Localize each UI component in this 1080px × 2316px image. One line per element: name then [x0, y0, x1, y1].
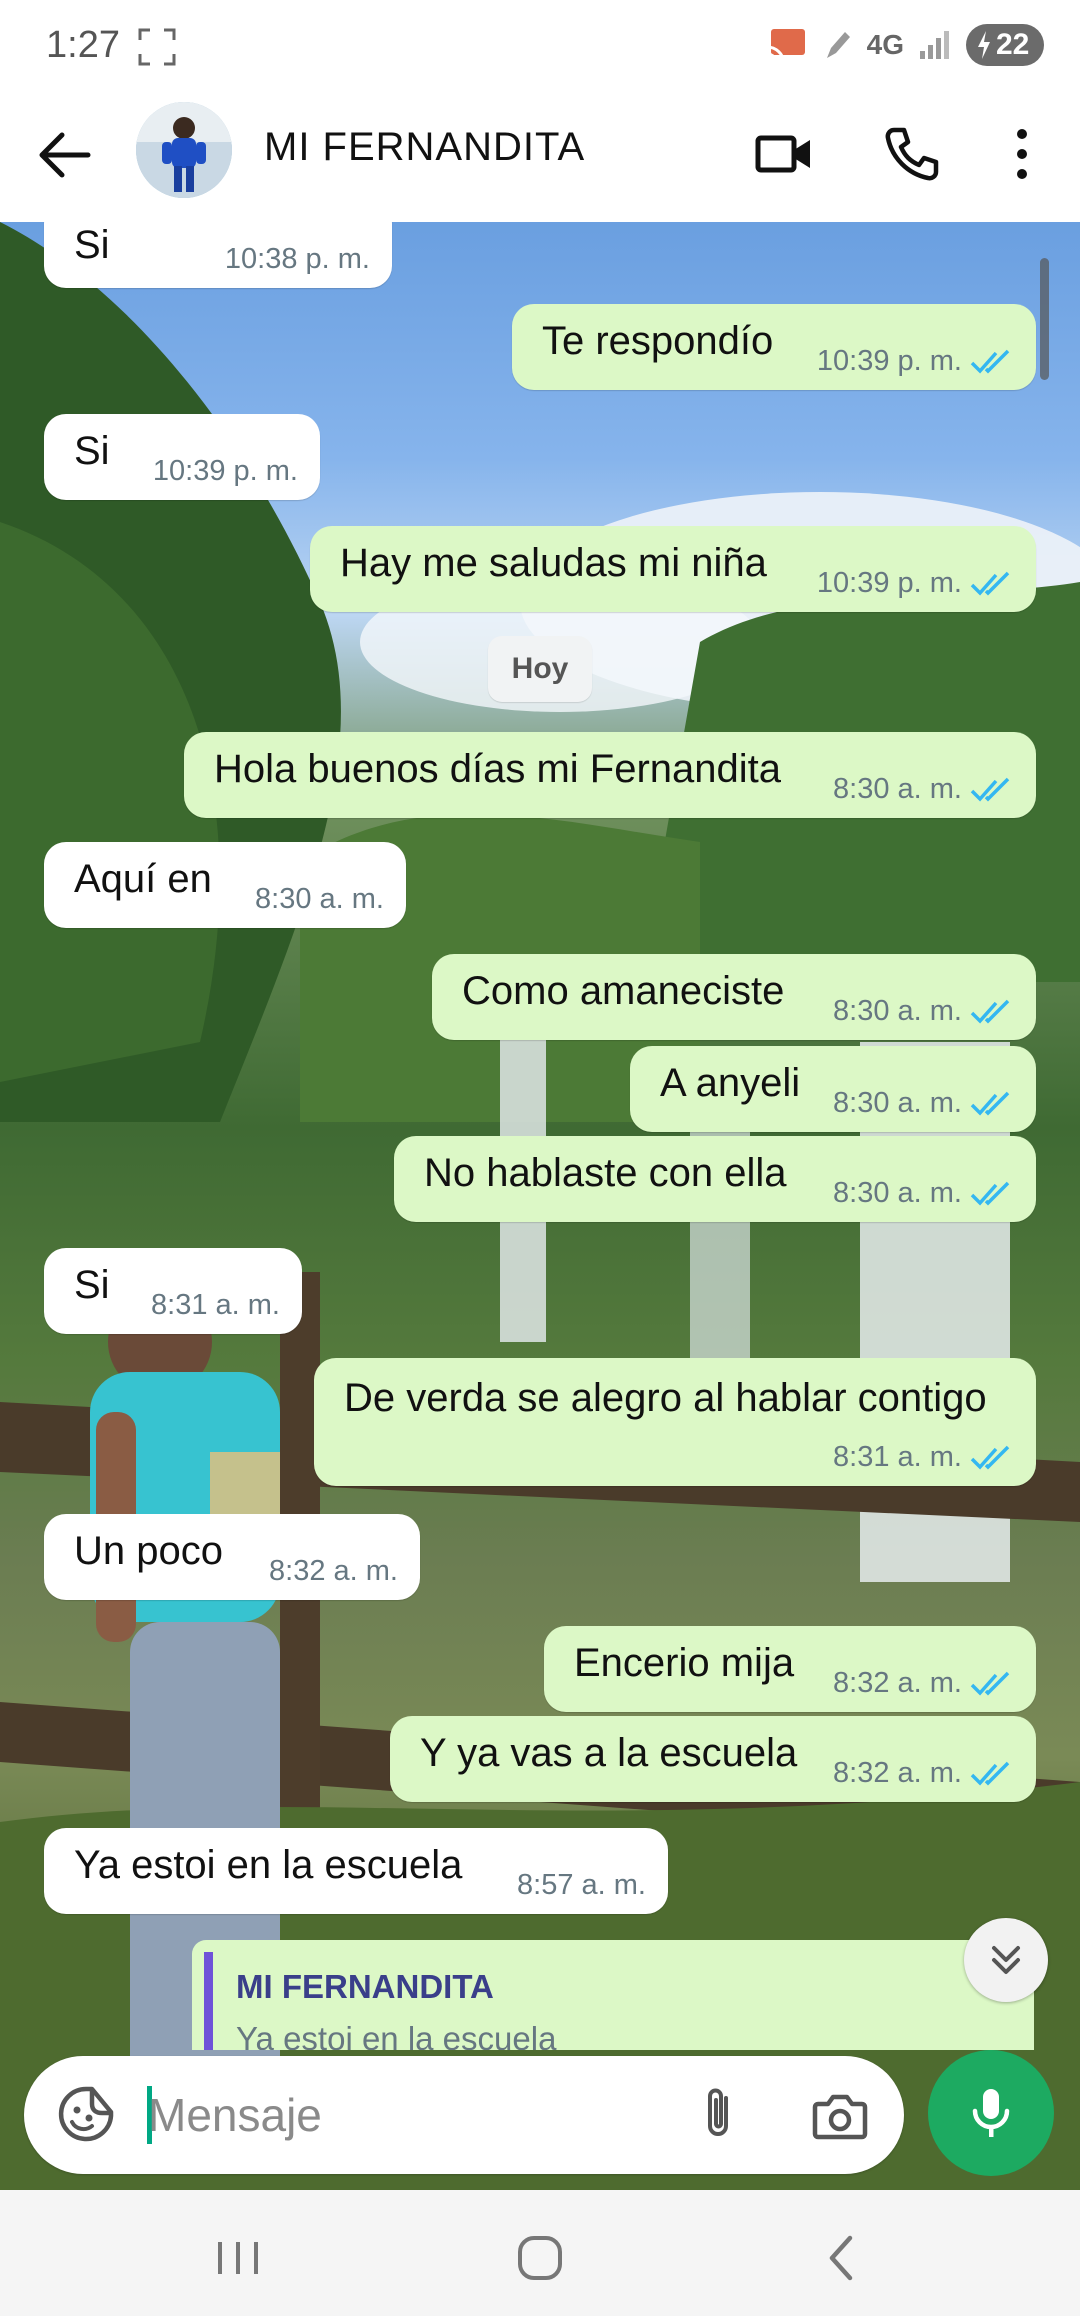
- read-ticks-icon: [970, 999, 1010, 1024]
- message-time: 8:30 a. m.: [833, 1087, 1014, 1120]
- scroll-down-button[interactable]: [964, 1918, 1048, 2002]
- message-time: 8:32 a. m.: [833, 1667, 1014, 1700]
- read-ticks-icon: [970, 1761, 1010, 1786]
- message-bubble-incoming[interactable]: Si 10:39 p. m.: [44, 414, 320, 500]
- message-text: Como amaneciste: [462, 968, 785, 1013]
- read-ticks-icon: [970, 777, 1010, 802]
- message-text: No hablaste con ella: [424, 1150, 787, 1195]
- double-chevron-down-icon: [992, 1946, 1020, 1974]
- message-text: A anyeli: [660, 1060, 801, 1105]
- read-ticks-icon: [970, 1671, 1010, 1696]
- message-time: 8:30 a. m.: [833, 773, 1014, 806]
- message-text: Un poco: [74, 1528, 223, 1573]
- message-text: De verda se alegro al hablar contigo: [344, 1376, 987, 1420]
- voice-call-icon[interactable]: [880, 122, 944, 186]
- message-time: 8:32 a. m.: [833, 1757, 1014, 1790]
- message-text: Aquí en: [74, 856, 212, 901]
- message-bubble-incoming[interactable]: Ya estoi en la escuela 8:57 a. m.: [44, 1828, 668, 1914]
- message-time: 8:30 a. m.: [833, 995, 1014, 1028]
- network-type: 4G: [866, 29, 904, 60]
- message-bubble-incoming[interactable]: Un poco 8:32 a. m.: [44, 1514, 420, 1600]
- message-time: 10:38 p. m.: [224, 243, 370, 275]
- message-bubble-outgoing[interactable]: De verda se alegro al hablar contigo 8:3…: [314, 1358, 1036, 1486]
- read-ticks-icon: [970, 349, 1010, 374]
- message-bubble-outgoing[interactable]: Como amaneciste 8:30 a. m.: [432, 954, 1036, 1040]
- read-ticks-icon: [970, 1181, 1010, 1206]
- chat-area[interactable]: Si 10:38 p. m. Te respondío 10:39 p. m. …: [0, 222, 1080, 2190]
- screenshot-icon: [138, 28, 176, 66]
- message-bubble-incoming[interactable]: Aquí en 8:30 a. m.: [44, 842, 406, 928]
- status-bar: 1:27 4G 22: [0, 0, 1080, 92]
- message-bubble-outgoing[interactable]: Te respondío 10:39 p. m.: [512, 304, 1036, 390]
- message-composer: [24, 2056, 904, 2174]
- message-text: Hola buenos días mi Fernandita: [214, 746, 781, 791]
- reply-accent-bar: [204, 1952, 213, 2050]
- message-time: 8:57 a. m.: [517, 1869, 646, 1901]
- voice-message-button[interactable]: [928, 2050, 1054, 2176]
- message-time: 8:30 a. m.: [833, 1177, 1014, 1210]
- cast-icon: [765, 29, 805, 63]
- recent-apps-icon[interactable]: [208, 2228, 268, 2288]
- message-time: 8:31 a. m.: [151, 1289, 280, 1321]
- message-input[interactable]: [148, 2082, 668, 2148]
- chat-header: MI FERNANDITA: [0, 92, 1080, 222]
- message-time: 8:32 a. m.: [269, 1555, 398, 1587]
- message-text: Si: [74, 222, 110, 267]
- message-text: Te respondío: [542, 318, 774, 363]
- read-ticks-icon: [970, 1091, 1010, 1116]
- message-bubble-outgoing[interactable]: Hola buenos días mi Fernandita 8:30 a. m…: [184, 732, 1036, 818]
- message-text: Encerio mija: [574, 1640, 795, 1685]
- pen-icon: [826, 32, 850, 58]
- battery-level: 22: [996, 28, 1030, 61]
- sticker-emoji-icon[interactable]: [56, 2084, 116, 2144]
- scrollbar-thumb[interactable]: [1040, 258, 1049, 380]
- more-options-icon[interactable]: [990, 122, 1054, 186]
- back-nav-icon[interactable]: [812, 2228, 872, 2288]
- microphone-icon: [972, 2089, 1010, 2137]
- signal-icon: [920, 31, 949, 59]
- message-bubble-incoming[interactable]: Si 8:31 a. m.: [44, 1248, 302, 1334]
- message-text: Si: [74, 428, 110, 473]
- status-icons: 4G 22: [765, 22, 1044, 68]
- reply-text: Ya estoi en la escuela: [236, 2020, 557, 2050]
- message-text: Y ya vas a la escuela: [420, 1730, 798, 1775]
- message-bubble-outgoing[interactable]: Y ya vas a la escuela 8:32 a. m.: [390, 1716, 1036, 1802]
- message-time: 10:39 p. m.: [152, 455, 298, 487]
- message-text: Ya estoi en la escuela: [74, 1842, 463, 1887]
- message-time: 10:39 p. m.: [817, 345, 1014, 378]
- back-arrow-icon[interactable]: [34, 125, 94, 185]
- reply-sender: MI FERNANDITA: [236, 1968, 494, 2005]
- message-bubble-outgoing[interactable]: A anyeli 8:30 a. m.: [630, 1046, 1036, 1132]
- message-bubble-outgoing[interactable]: No hablaste con ella 8:30 a. m.: [394, 1136, 1036, 1222]
- message-time: 8:31 a. m.: [833, 1441, 1014, 1474]
- status-time: 1:27: [46, 24, 120, 66]
- message-time: 8:30 a. m.: [255, 883, 384, 915]
- contact-name[interactable]: MI FERNANDITA: [264, 125, 585, 170]
- message-text: Hay me saludas mi niña: [340, 540, 767, 585]
- home-icon[interactable]: [510, 2228, 570, 2288]
- read-ticks-icon: [970, 1445, 1010, 1470]
- message-bubble-outgoing[interactable]: Encerio mija 8:32 a. m.: [544, 1626, 1036, 1712]
- camera-icon[interactable]: [810, 2086, 870, 2146]
- message-text: Si: [74, 1262, 110, 1307]
- read-ticks-icon: [970, 571, 1010, 596]
- battery-badge: 22: [966, 24, 1044, 66]
- message-time: 10:39 p. m.: [817, 567, 1014, 600]
- date-separator: Hoy: [488, 636, 592, 702]
- system-navigation-bar: [0, 2190, 1080, 2316]
- video-call-icon[interactable]: [752, 122, 816, 186]
- charging-icon: [978, 31, 990, 59]
- reply-preview[interactable]: MI FERNANDITA Ya estoi en la escuela: [192, 1940, 1034, 2050]
- paperclip-icon[interactable]: [690, 2084, 750, 2144]
- message-bubble-incoming[interactable]: Si 10:38 p. m.: [44, 222, 392, 288]
- avatar[interactable]: [136, 102, 232, 198]
- message-bubble-outgoing[interactable]: Hay me saludas mi niña 10:39 p. m.: [310, 526, 1036, 612]
